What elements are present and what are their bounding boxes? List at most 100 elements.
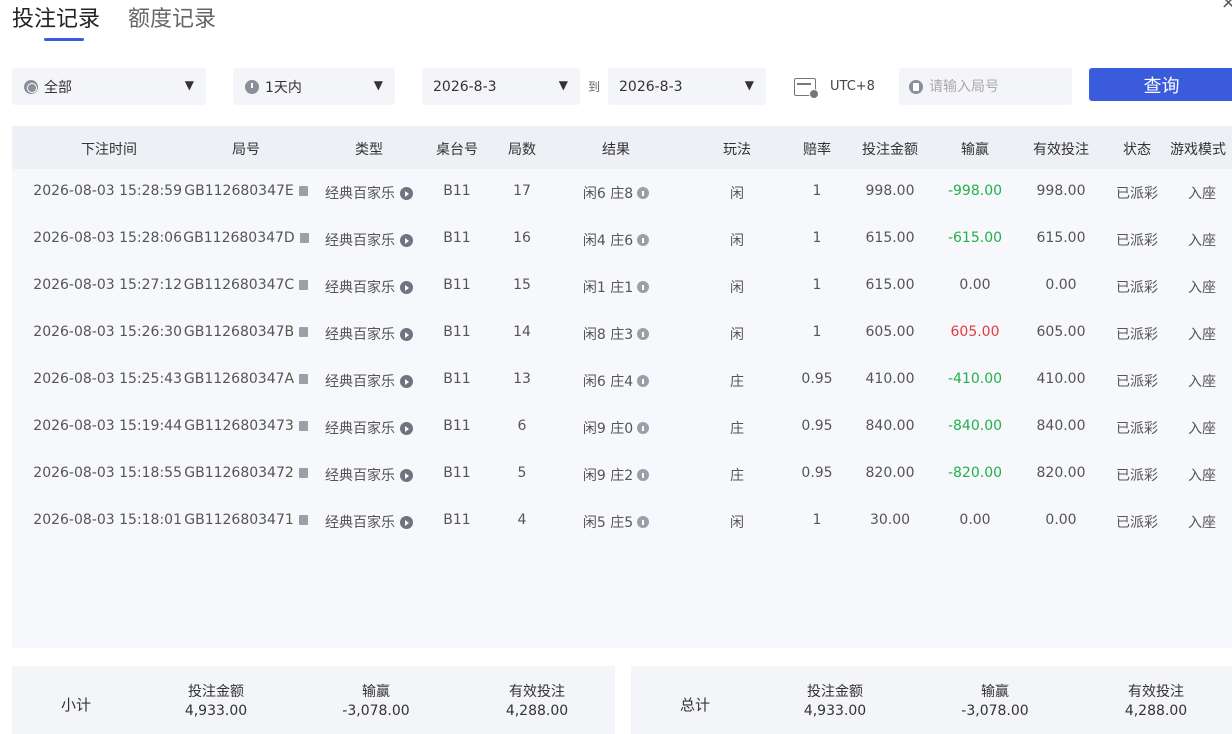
cell-round-count: 5	[500, 465, 544, 481]
copy-icon[interactable]	[299, 280, 309, 290]
cell-round-count-text: 6	[517, 418, 527, 434]
cell-round-text: GB112680347C	[183, 277, 295, 293]
header-round: 局号	[232, 142, 260, 158]
play-replay-icon[interactable]	[400, 516, 413, 529]
cell-game-mode: 入座	[1174, 371, 1230, 391]
cell-play: 闲	[707, 277, 767, 297]
cell-win-loss: -410.00	[940, 371, 1010, 387]
cell-bet-amount: 820.00	[852, 465, 928, 481]
table-row: 2026-08-03 15:18:55 GB1126803472 经典百家乐 B11 5…	[12, 451, 1232, 498]
cell-valid-bet-text: 0.00	[1045, 512, 1077, 528]
copy-icon[interactable]	[298, 421, 308, 431]
cell-table-no-text: B11	[443, 183, 471, 199]
copy-icon[interactable]	[298, 515, 308, 525]
record-tabs: 投注记录 额度记录	[12, 4, 216, 44]
tab-bet-records[interactable]: 投注记录	[12, 4, 100, 41]
cell-odds-text: 1	[812, 512, 822, 528]
cell-odds: 0.95	[787, 465, 847, 481]
cell-round-text: GB112680347E	[184, 183, 294, 199]
header-table-no: 桌台号	[436, 142, 478, 158]
cell-table-no-text: B11	[443, 465, 471, 481]
table-row: 2026-08-03 15:18:01 GB1126803471 经典百家乐 B11 4…	[12, 498, 1232, 545]
cell-status-text: 已派彩	[1116, 233, 1158, 249]
play-replay-icon[interactable]	[400, 328, 413, 341]
cell-bet-amount: 615.00	[852, 230, 928, 246]
copy-icon[interactable]	[299, 327, 309, 337]
cell-game-mode: 入座	[1174, 324, 1230, 344]
play-replay-icon[interactable]	[400, 234, 413, 247]
query-button[interactable]: 查询	[1089, 68, 1232, 101]
play-replay-icon[interactable]	[400, 375, 413, 388]
info-icon[interactable]	[637, 422, 650, 434]
cell-game-mode-text: 入座	[1188, 374, 1216, 390]
info-icon[interactable]	[637, 375, 650, 387]
info-icon[interactable]	[637, 469, 650, 481]
copy-icon[interactable]	[298, 186, 308, 196]
copy-icon[interactable]	[299, 233, 309, 243]
copy-icon[interactable]	[299, 374, 309, 384]
info-icon[interactable]	[637, 234, 650, 246]
copy-icon[interactable]	[298, 468, 308, 478]
time-range-select[interactable]: 1天内 ▼	[233, 68, 395, 105]
cell-result-text: 闲6 庄4	[582, 374, 634, 390]
close-icon[interactable]: ×	[1221, 0, 1232, 13]
cell-result-text: 闲4 庄6	[582, 233, 634, 249]
info-icon[interactable]	[637, 516, 650, 528]
table-row: 2026-08-03 15:26:30 GB112680347B 经典百家乐 B11 1…	[12, 310, 1232, 357]
play-replay-icon[interactable]	[400, 187, 413, 200]
cell-odds: 1	[787, 277, 847, 293]
cell-valid-bet-text: 998.00	[1036, 183, 1086, 199]
header-valid-bet: 有效投注	[1033, 142, 1089, 158]
subtotal-bet: 投注金额 4,933.00	[156, 684, 276, 720]
cell-round-count: 13	[500, 371, 544, 387]
play-replay-icon[interactable]	[400, 469, 413, 482]
cell-win-loss: 0.00	[940, 277, 1010, 293]
cell-win-loss-text: -410.00	[947, 371, 1003, 387]
cell-bet-time: 2026-08-03 15:26:30	[12, 324, 182, 340]
cell-result-text: 闲5 庄5	[582, 515, 634, 531]
info-icon[interactable]	[637, 328, 650, 340]
round-number-field[interactable]	[899, 68, 1072, 105]
cell-round-count: 14	[500, 324, 544, 340]
cell-play: 闲	[707, 183, 767, 203]
total-valid: 有效投注 4,288.00	[1096, 684, 1216, 720]
cell-valid-bet-text: 0.00	[1045, 277, 1077, 293]
calendar-timezone-icon[interactable]	[794, 78, 819, 99]
cell-round-text: GB1126803472	[184, 465, 294, 481]
total-valid-label: 有效投注	[1128, 684, 1184, 700]
date-from-select[interactable]: 2026-8-3 ▼	[422, 68, 580, 105]
cell-type: 经典百家乐	[318, 230, 420, 250]
cell-round: GB112680347C	[182, 277, 310, 293]
cell-table-no: B11	[429, 371, 485, 387]
cell-round-count: 6	[500, 418, 544, 434]
chevron-down-icon: ▼	[373, 78, 383, 92]
subtotal-valid: 有效投注 4,288.00	[477, 684, 597, 720]
cell-bet-amount-text: 410.00	[865, 371, 915, 387]
cell-bet-time-text: 2026-08-03 15:28:59	[33, 183, 182, 199]
table-row: 2026-08-03 15:28:06 GB112680347D 经典百家乐 B11 1…	[12, 216, 1232, 263]
cell-result: 闲5 庄5	[568, 512, 664, 532]
cell-game-mode-text: 入座	[1188, 468, 1216, 484]
cell-table-no-text: B11	[443, 418, 471, 434]
cell-round-count-text: 5	[517, 465, 527, 481]
round-number-input[interactable]	[929, 78, 1069, 95]
cell-round: GB112680347B	[182, 324, 310, 340]
cell-round-count-text: 4	[517, 512, 527, 528]
cell-valid-bet-text: 605.00	[1036, 324, 1086, 340]
play-replay-icon[interactable]	[400, 281, 413, 294]
date-to-label: 到	[588, 80, 601, 94]
cell-round-count-text: 16	[513, 230, 531, 246]
cell-bet-amount-text: 605.00	[865, 324, 915, 340]
cell-result-text: 闲6 庄8	[582, 186, 634, 202]
play-replay-icon[interactable]	[400, 422, 413, 435]
date-to-select[interactable]: 2026-8-3 ▼	[608, 68, 766, 105]
tab-credit-records[interactable]: 额度记录	[128, 4, 216, 36]
cell-bet-time: 2026-08-03 15:27:12	[12, 277, 182, 293]
cell-valid-bet-text: 615.00	[1036, 230, 1086, 246]
cell-odds-text: 1	[812, 183, 822, 199]
category-select[interactable]: 全部 ▼	[12, 68, 206, 105]
cell-game-mode-text: 入座	[1188, 280, 1216, 296]
info-icon[interactable]	[637, 187, 650, 199]
info-icon[interactable]	[637, 281, 650, 293]
cell-type: 经典百家乐	[318, 277, 420, 297]
